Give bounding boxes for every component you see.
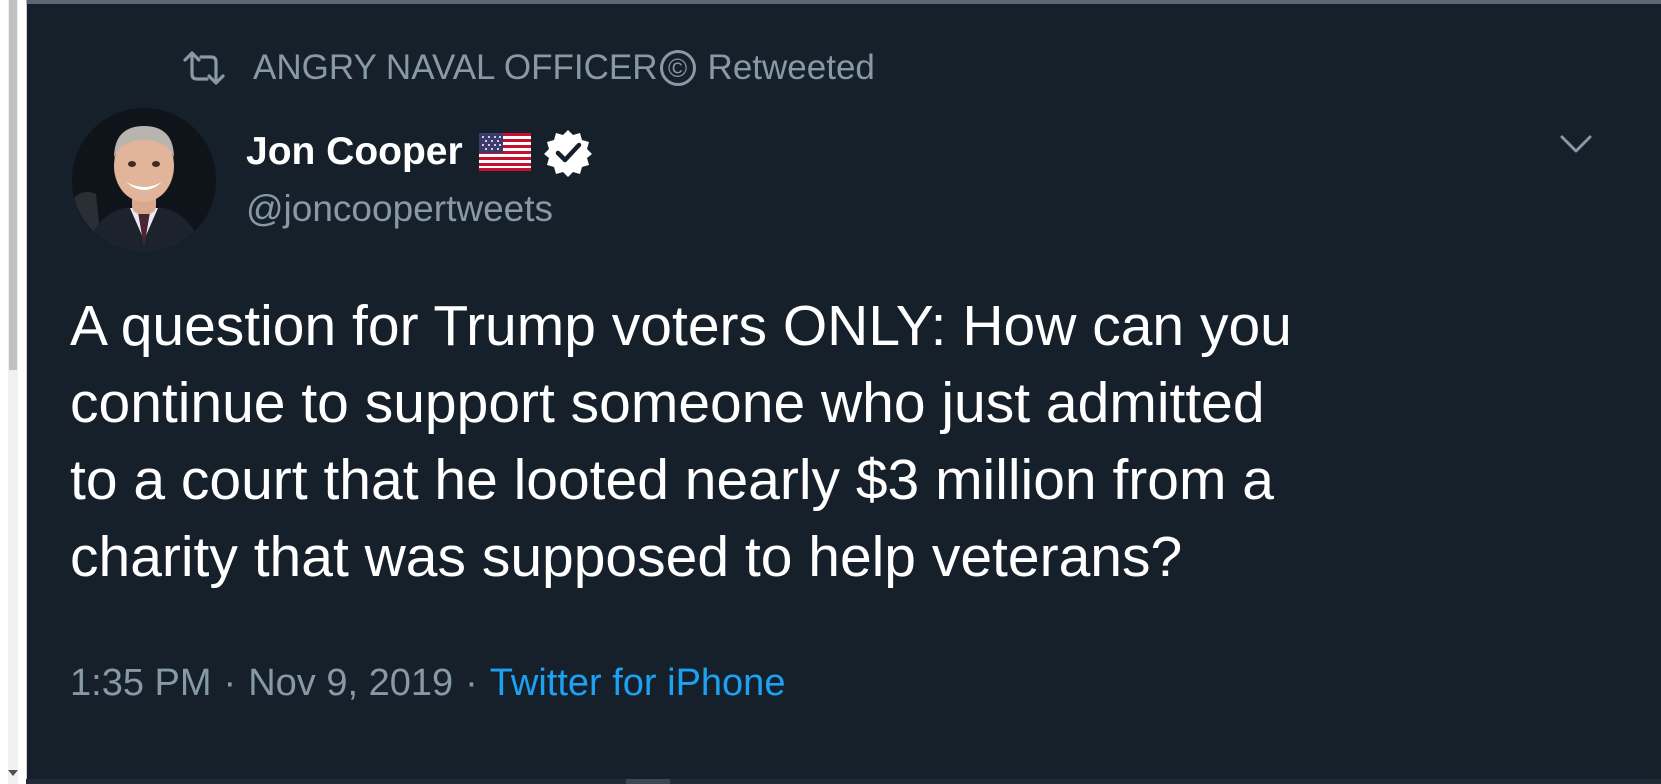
tweet-text: A question for Trump voters ONLY: How ca… [70, 294, 1292, 589]
retweet-context: ANGRY NAVAL OFFICER © Retweeted [181, 46, 875, 90]
avatar-image [72, 108, 216, 252]
retweet-icon [183, 51, 225, 85]
author-display-name[interactable]: Jon Cooper [246, 130, 463, 174]
author-name-row[interactable]: Jon Cooper [246, 126, 593, 178]
tweet-metadata: 1:35 PM · Nov 9, 2019 · Twitter for iPhone [70, 662, 785, 705]
us-flag-icon [478, 133, 531, 171]
verified-badge-icon [543, 130, 592, 177]
avatar[interactable] [72, 108, 216, 252]
retweeter-name[interactable]: ANGRY NAVAL OFFICER [253, 48, 658, 88]
chevron-down-icon[interactable] [1556, 124, 1596, 164]
tweet-card[interactable]: ANGRY NAVAL OFFICER © Retweeted Jon Cooper [26, 4, 1661, 779]
tweet-time[interactable]: 1:35 PM [70, 662, 212, 704]
tweet-source-link[interactable]: Twitter for iPhone [490, 662, 786, 704]
scroll-down-arrow-icon[interactable] [8, 770, 18, 776]
copyright-icon: © [659, 50, 696, 86]
bottom-scrollbar[interactable] [26, 779, 1661, 784]
bottom-scrollbar-thumb[interactable] [626, 779, 670, 784]
scrollbar-thumb[interactable] [9, 0, 17, 370]
separator-dot: · [465, 662, 478, 704]
separator-dot: · [223, 662, 237, 704]
browser-scrollbar[interactable] [0, 0, 27, 784]
tweet-date[interactable]: Nov 9, 2019 [248, 662, 453, 704]
retweeted-label: Retweeted [707, 48, 875, 87]
author-handle[interactable]: @joncoopertweets [246, 188, 553, 230]
